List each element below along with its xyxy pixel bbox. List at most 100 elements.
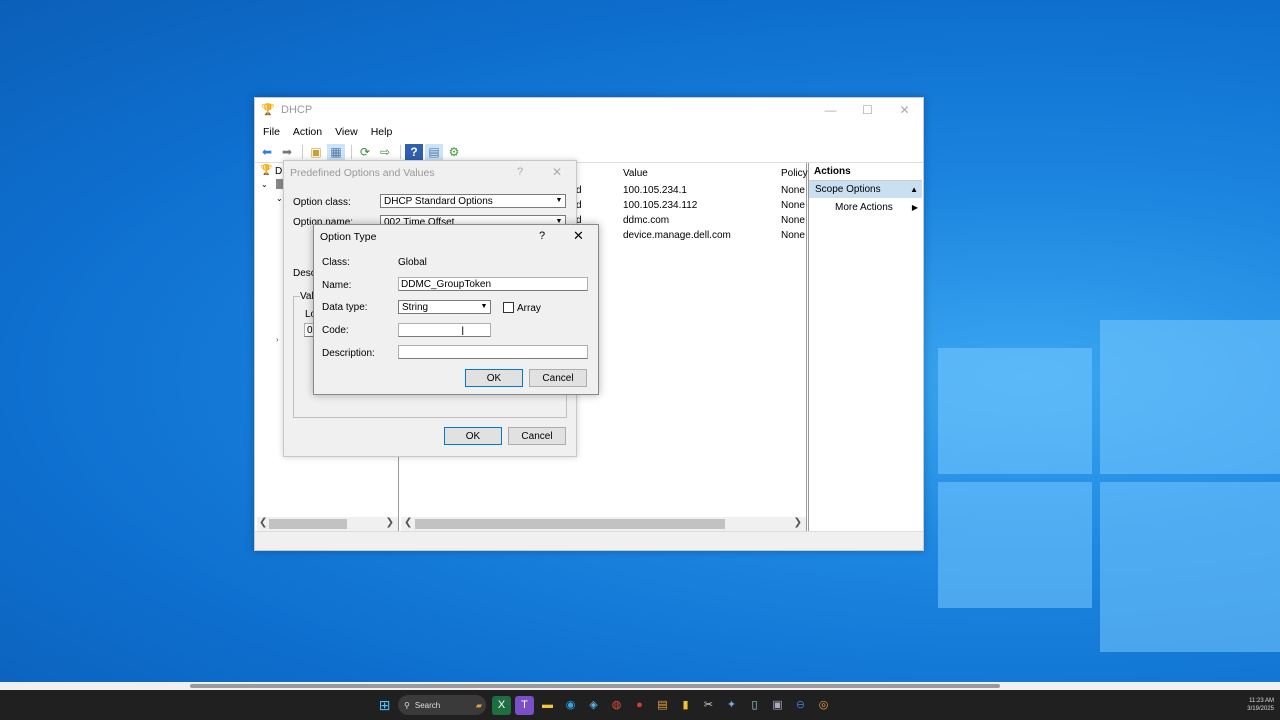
teams-icon[interactable]: T xyxy=(515,695,534,715)
tree-expand-icon[interactable]: ⌄ xyxy=(261,180,268,189)
data-type-value: String xyxy=(402,302,429,313)
notepad-icon[interactable]: ▯ xyxy=(745,696,764,715)
submenu-arrow-icon: ▶ xyxy=(911,203,918,212)
chrome-icon[interactable]: ◍ xyxy=(607,696,626,715)
window-title: DHCP xyxy=(281,104,313,116)
class-value: Global xyxy=(398,257,427,268)
menu-view[interactable]: View xyxy=(335,126,358,138)
menu-action[interactable]: Action xyxy=(293,126,322,138)
chevron-down-icon[interactable]: ▼ xyxy=(478,301,490,313)
collapse-up-icon[interactable]: ▲ xyxy=(910,181,918,198)
row-value[interactable]: 100.105.234.1 xyxy=(623,185,687,196)
row-policy: None xyxy=(781,230,805,241)
scroll-left-icon[interactable]: ❮ xyxy=(259,517,267,528)
tree-expand-icon-2[interactable]: ⌄ xyxy=(276,194,283,203)
page-horizontal-scrollbar[interactable] xyxy=(0,682,1280,690)
show-hide-action-pane-icon[interactable]: ▤ xyxy=(425,144,443,160)
dhcp-tree-icon: 🏆 xyxy=(260,165,273,176)
description-label: Description: xyxy=(322,348,375,359)
help-icon[interactable]: ? xyxy=(405,144,423,160)
help-button[interactable]: ? xyxy=(539,230,545,242)
name-label: Name: xyxy=(322,280,352,291)
row-value[interactable]: device.manage.dell.com xyxy=(623,230,731,241)
more-actions-item[interactable]: More Actions ▶ xyxy=(809,198,922,215)
menu-bar: File Action View Help xyxy=(255,122,923,142)
row-policy: None xyxy=(781,215,805,226)
file-explorer-icon[interactable]: ▬ xyxy=(538,696,557,715)
close-button[interactable]: ✕ xyxy=(573,228,584,244)
menu-help[interactable]: Help xyxy=(371,126,393,138)
option-class-label: Option class: xyxy=(293,197,351,208)
option-class-value: DHCP Standard Options xyxy=(384,196,493,207)
search-icon: ⚲ xyxy=(404,700,410,710)
ok-button[interactable]: OK xyxy=(465,369,523,387)
windows-logo-wallpaper xyxy=(930,300,1280,684)
minimize-button[interactable]: — xyxy=(812,103,849,117)
ok-button[interactable]: OK xyxy=(444,427,502,445)
scroll-right-icon[interactable]: ❯ xyxy=(794,517,802,528)
edge-icon[interactable]: ◉ xyxy=(561,696,580,715)
row-value[interactable]: ddmc.com xyxy=(623,215,669,226)
export-list-icon[interactable]: ⇨ xyxy=(376,144,394,160)
minus-app-icon[interactable]: ⊖ xyxy=(791,696,810,715)
column-header-policy[interactable]: Policy xyxy=(781,168,808,179)
actions-header: Actions xyxy=(809,163,922,181)
close-button[interactable]: ✕ xyxy=(552,165,562,179)
data-type-select[interactable]: String ▼ xyxy=(398,300,491,314)
remote-desktop-icon[interactable]: ◈ xyxy=(584,696,603,715)
actions-scope-options[interactable]: Scope Options ▲ xyxy=(809,181,922,198)
clock-date: 3/19/2025 xyxy=(1247,706,1274,712)
actions-pane: Actions Scope Options ▲ More Actions ▶ xyxy=(808,163,922,531)
server-manager-icon[interactable]: ▣ xyxy=(768,696,787,715)
snipping-tool-icon[interactable]: ✂ xyxy=(699,696,718,715)
dhcp-trophy-icon: 🏆 xyxy=(261,104,275,116)
column-header-value[interactable]: Value xyxy=(623,168,648,179)
dialog-title: Option Type xyxy=(320,231,377,243)
app-icon[interactable]: ▤ xyxy=(653,696,672,715)
row-policy: None xyxy=(781,200,805,211)
list-horizontal-scrollbar[interactable]: ❮ ❯ xyxy=(401,517,806,531)
tree-collapse-icon[interactable]: › xyxy=(276,335,279,344)
cancel-button[interactable]: Cancel xyxy=(508,427,566,445)
server-icon xyxy=(276,179,283,189)
code-input[interactable] xyxy=(398,323,491,337)
windows-start-icon[interactable]: ⊞ xyxy=(375,696,394,715)
system-clock[interactable]: 11:23 AM 3/19/2025 xyxy=(1247,697,1274,713)
array-checkbox[interactable] xyxy=(503,302,514,313)
configure-options-icon[interactable]: ⚙ xyxy=(445,144,463,160)
show-hide-tree-icon[interactable]: ▦ xyxy=(327,144,345,160)
scroll-right-icon[interactable]: ❯ xyxy=(386,517,394,528)
refresh-icon[interactable]: ⟳ xyxy=(356,144,374,160)
data-type-label: Data type: xyxy=(322,302,368,313)
chevron-down-icon[interactable]: ▼ xyxy=(553,195,565,207)
up-folder-icon[interactable]: ▣ xyxy=(307,144,325,160)
excel-icon[interactable]: X xyxy=(492,695,511,715)
scope-options-label: Scope Options xyxy=(815,184,881,195)
clock-time: 11:23 AM xyxy=(1249,698,1274,704)
text-cursor-icon: I xyxy=(461,324,465,338)
back-arrow-icon[interactable]: ⬅ xyxy=(258,144,276,160)
scroll-left-icon[interactable]: ❮ xyxy=(404,517,412,528)
forward-arrow-icon[interactable]: ➡ xyxy=(278,144,296,160)
pdf-reader-icon[interactable]: ● xyxy=(630,696,649,715)
option-type-dialog: Option Type ? ✕ Class: Global Name: DDMC… xyxy=(313,224,599,395)
chrome-alt-icon[interactable]: ◎ xyxy=(814,696,833,715)
dhcp-titlebar[interactable]: 🏆 DHCP — ☐ ✕ xyxy=(255,98,923,122)
close-button[interactable]: ✕ xyxy=(886,103,923,117)
search-label: Search xyxy=(414,700,441,710)
taskbar-search[interactable]: ⚲ Search ▰ xyxy=(398,695,486,715)
power-bi-icon[interactable]: ▮ xyxy=(676,696,695,715)
option-class-select[interactable]: DHCP Standard Options ▼ xyxy=(380,194,566,208)
help-button[interactable]: ? xyxy=(517,166,523,178)
tree-horizontal-scrollbar[interactable]: ❮ ❯ xyxy=(257,517,398,531)
array-label: Array xyxy=(517,303,541,314)
description-input[interactable] xyxy=(398,345,588,359)
name-input[interactable]: DDMC_GroupToken xyxy=(398,277,588,291)
more-actions-label: More Actions xyxy=(835,202,893,213)
cancel-button[interactable]: Cancel xyxy=(529,369,587,387)
copilot-icon[interactable]: ✦ xyxy=(722,696,741,715)
row-value[interactable]: 100.105.234.112 xyxy=(623,200,697,211)
maximize-button[interactable]: ☐ xyxy=(849,103,886,117)
taskbar: ⊞ ⚲ Search ▰ X T ▬ ◉ ◈ ◍ ● ▤ ▮ ✂ ✦ ▯ ▣ ⊖… xyxy=(0,690,1280,720)
menu-file[interactable]: File xyxy=(263,126,280,138)
